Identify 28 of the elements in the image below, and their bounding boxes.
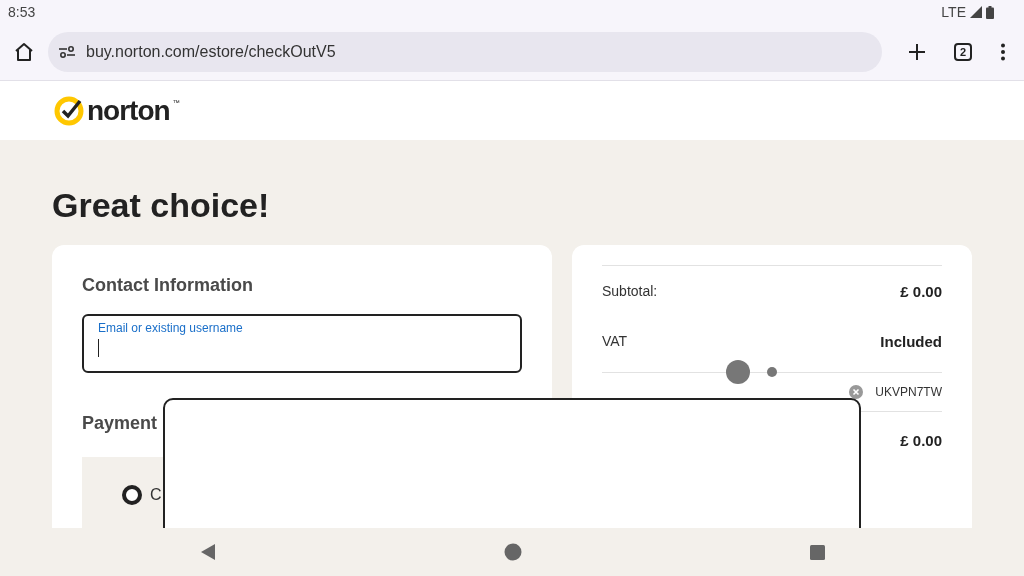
loading-dots-icon: [726, 360, 778, 384]
tab-count-button[interactable]: 2: [954, 43, 972, 61]
total-value: £ 0.00: [900, 431, 942, 449]
new-tab-icon[interactable]: [908, 43, 926, 61]
summary-value: Included: [880, 332, 942, 350]
back-icon[interactable]: [199, 544, 216, 560]
battery-icon: [986, 5, 994, 19]
section-title: Payment: [82, 413, 159, 434]
remove-icon[interactable]: [849, 385, 864, 399]
home-icon[interactable]: [14, 42, 34, 62]
page-heading: Great choice!: [52, 186, 271, 225]
menu-icon[interactable]: [1000, 43, 1006, 61]
checkmark-logo-icon: [54, 95, 84, 126]
summary-value: £ 0.00: [900, 282, 942, 300]
section-title: Contact Information: [82, 275, 254, 296]
status-time: 8:53: [8, 4, 36, 20]
network-label: LTE: [941, 4, 966, 20]
signal-icon: [970, 6, 982, 18]
address-bar[interactable]: buy.norton.com/estore/checkOutV5: [48, 32, 882, 72]
promo-code: UKVPN7TW: [875, 385, 942, 399]
radio-button[interactable]: [122, 485, 142, 505]
summary-label: VAT: [602, 333, 628, 349]
site-settings-icon[interactable]: [58, 45, 76, 59]
email-field[interactable]: Email or existing username: [82, 314, 522, 373]
brand-name: norton: [87, 94, 170, 127]
recents-icon[interactable]: [809, 544, 825, 560]
summary-label: Subtotal:: [602, 283, 658, 299]
option-label: C: [150, 486, 162, 504]
